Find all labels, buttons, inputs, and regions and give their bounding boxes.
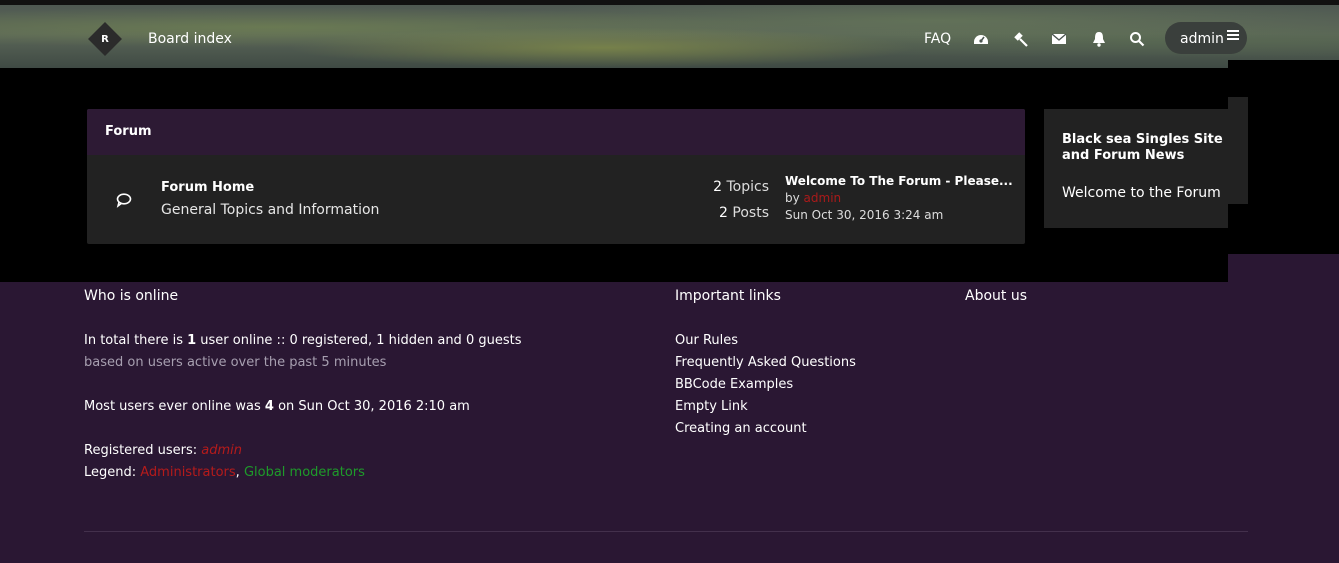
forum-list-header: Forum	[87, 109, 1025, 155]
posts-label: Posts	[732, 205, 769, 221]
last-post-author-link[interactable]: admin	[804, 191, 842, 205]
link-bbcode-examples[interactable]: BBCode Examples	[675, 377, 793, 392]
link-creating-account[interactable]: Creating an account	[675, 421, 807, 436]
last-post-author: by admin	[785, 191, 841, 205]
legend-separator: ,	[235, 465, 244, 480]
bell-icon[interactable]	[1090, 30, 1108, 48]
who-is-online-heading: Who is online	[84, 288, 179, 304]
posts-count: 2	[719, 205, 728, 221]
important-links-heading: Important links	[675, 288, 781, 304]
hamburger-menu-icon[interactable]	[1227, 29, 1239, 45]
content-band-gap	[1228, 254, 1339, 282]
legend-global-moderators-link[interactable]: Global moderators	[244, 465, 365, 480]
link-faq[interactable]: Frequently Asked Questions	[675, 355, 856, 370]
legend-label: Legend:	[84, 465, 141, 480]
logo-letter: R	[101, 33, 109, 45]
most-users-online: Most users ever online was 4 on Sun Oct …	[84, 399, 470, 414]
about-us-heading: About us	[965, 288, 1028, 304]
link-empty[interactable]: Empty Link	[675, 399, 748, 414]
most-users-count: 4	[264, 399, 274, 414]
user-menu-button[interactable]: admin	[1165, 22, 1247, 54]
forum-row: Forum Home General Topics and Informatio…	[87, 155, 1025, 244]
last-post-date: Sun Oct 30, 2016 3:24 am	[785, 208, 944, 222]
topics-label: Topics	[726, 179, 769, 195]
forum-description: General Topics and Information	[161, 202, 380, 218]
news-panel-text: Welcome to the Forum	[1062, 185, 1221, 201]
news-side-panel: Black sea Singles Site and Forum News We…	[1044, 109, 1228, 228]
username-label: admin	[1180, 31, 1224, 47]
footer-divider	[84, 531, 1248, 532]
forum-name-link[interactable]: Forum Home	[161, 180, 254, 195]
news-panel-title: Black sea Singles Site and Forum News	[1062, 132, 1223, 163]
most-users-suffix: on Sun Oct 30, 2016 2:10 am	[273, 399, 470, 414]
faq-link[interactable]: FAQ	[924, 31, 951, 47]
registered-user-link[interactable]: admin	[201, 443, 242, 458]
topics-count: 2	[713, 179, 723, 195]
link-our-rules[interactable]: Our Rules	[675, 333, 738, 348]
last-post-by-label: by	[785, 191, 800, 205]
online-total-count: 1	[187, 333, 197, 348]
forum-posts-stat: 2 Posts	[719, 205, 769, 221]
forum-list-panel: Forum Forum Home General Topics and Info…	[87, 109, 1025, 244]
most-users-prefix: Most users ever online was	[84, 399, 265, 414]
board-index-link[interactable]: Board index	[148, 31, 232, 47]
legend-administrators-link[interactable]: Administrators	[140, 465, 235, 480]
group-legend: Legend: Administrators, Global moderator…	[84, 465, 365, 480]
hammer-icon[interactable]	[1012, 30, 1030, 48]
site-logo[interactable]: R	[88, 22, 122, 56]
online-total: In total there is 1 user online :: 0 reg…	[84, 333, 521, 348]
search-icon[interactable]	[1128, 30, 1146, 48]
online-total-prefix: In total there is	[84, 333, 188, 348]
envelope-icon[interactable]	[1050, 30, 1068, 48]
site-header: R Board index FAQ admin	[0, 0, 1339, 68]
dashboard-icon[interactable]	[972, 30, 990, 48]
registered-users-label: Registered users:	[84, 443, 202, 458]
registered-users: Registered users: admin	[84, 443, 242, 458]
online-total-suffix: user online :: 0 registered, 1 hidden an…	[196, 333, 522, 348]
forum-chat-icon	[115, 191, 133, 209]
forum-topics-stat: 2 Topics	[713, 179, 769, 195]
online-based-on: based on users active over the past 5 mi…	[84, 355, 387, 370]
last-post-title-link[interactable]: Welcome To The Forum - Please...	[785, 174, 1013, 188]
